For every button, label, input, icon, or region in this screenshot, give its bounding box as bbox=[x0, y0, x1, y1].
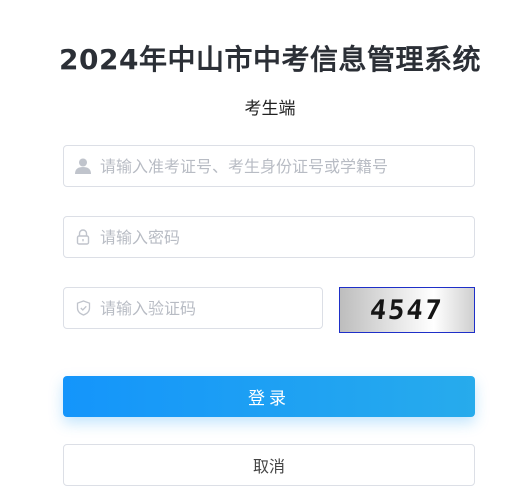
password-input[interactable] bbox=[98, 218, 474, 256]
login-page: 2024年中山市中考信息管理系统 考生端 请输入准考证号、考生身份证号或学籍号 … bbox=[0, 0, 508, 492]
page-subtitle: 考生端 bbox=[244, 99, 296, 119]
user-icon bbox=[64, 146, 98, 186]
username-field[interactable] bbox=[63, 145, 475, 187]
captcha-field[interactable] bbox=[63, 287, 323, 329]
captcha-text: 4547 bbox=[368, 294, 446, 326]
cancel-button[interactable]: 取消 bbox=[63, 444, 475, 486]
password-field[interactable] bbox=[63, 216, 475, 258]
page-title: 2024年中山市中考信息管理系统 bbox=[59, 43, 481, 76]
login-button[interactable]: 登录 bbox=[63, 376, 475, 417]
captcha-input[interactable] bbox=[98, 289, 322, 327]
lock-icon bbox=[64, 217, 98, 257]
captcha-image[interactable]: 4547 bbox=[339, 287, 475, 333]
username-input[interactable] bbox=[98, 147, 474, 185]
shield-icon bbox=[64, 288, 98, 328]
